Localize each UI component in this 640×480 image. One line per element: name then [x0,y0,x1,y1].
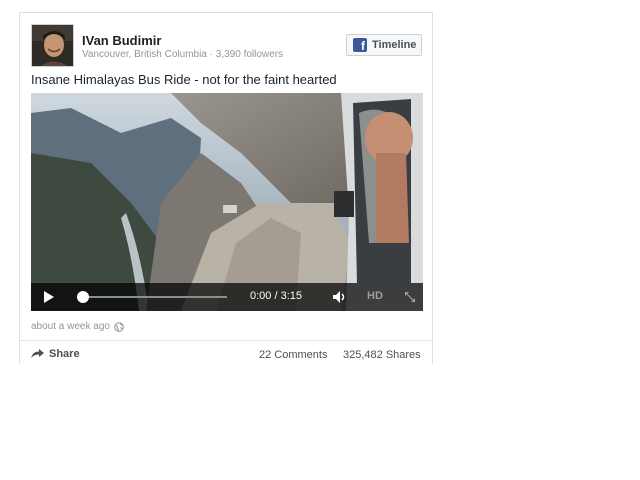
video-time: 0:00 / 3:15 [250,290,302,302]
video-player[interactable]: 0:00 / 3:15 HD [31,93,423,311]
play-icon[interactable] [43,291,55,303]
video-controls: 0:00 / 3:15 HD [31,283,423,311]
fullscreen-icon[interactable] [404,291,416,303]
author-name[interactable]: IVan Budimir [82,33,161,48]
avatar[interactable] [31,24,74,67]
post-title: Insane Himalayas Bus Ride - not for the … [31,72,337,87]
share-button-label: Share [49,348,80,360]
author-meta: Vancouver, British Columbia · 3,390 foll… [82,49,284,60]
post-footer: Share 22 Comments 325,482 Shares [20,340,432,366]
progress-bar[interactable] [77,291,227,303]
video-thumbnail [31,93,423,311]
share-icon [31,349,44,358]
share-button[interactable]: Share [31,348,80,360]
shares-count[interactable]: 325,482 Shares [343,349,421,361]
globe-icon [114,321,124,332]
volume-icon[interactable] [333,291,349,303]
hd-button[interactable]: HD [367,290,383,302]
facebook-icon: f [353,38,367,52]
video-post-card: IVan Budimir Vancouver, British Columbia… [19,12,433,364]
timeline-button[interactable]: f Timeline [346,34,422,56]
timeline-button-label: Timeline [372,39,417,51]
timestamp-text: about a week ago [31,321,110,332]
comments-count[interactable]: 22 Comments [259,349,327,361]
post-timestamp[interactable]: about a week ago [31,321,124,332]
progress-knob[interactable] [77,291,89,303]
